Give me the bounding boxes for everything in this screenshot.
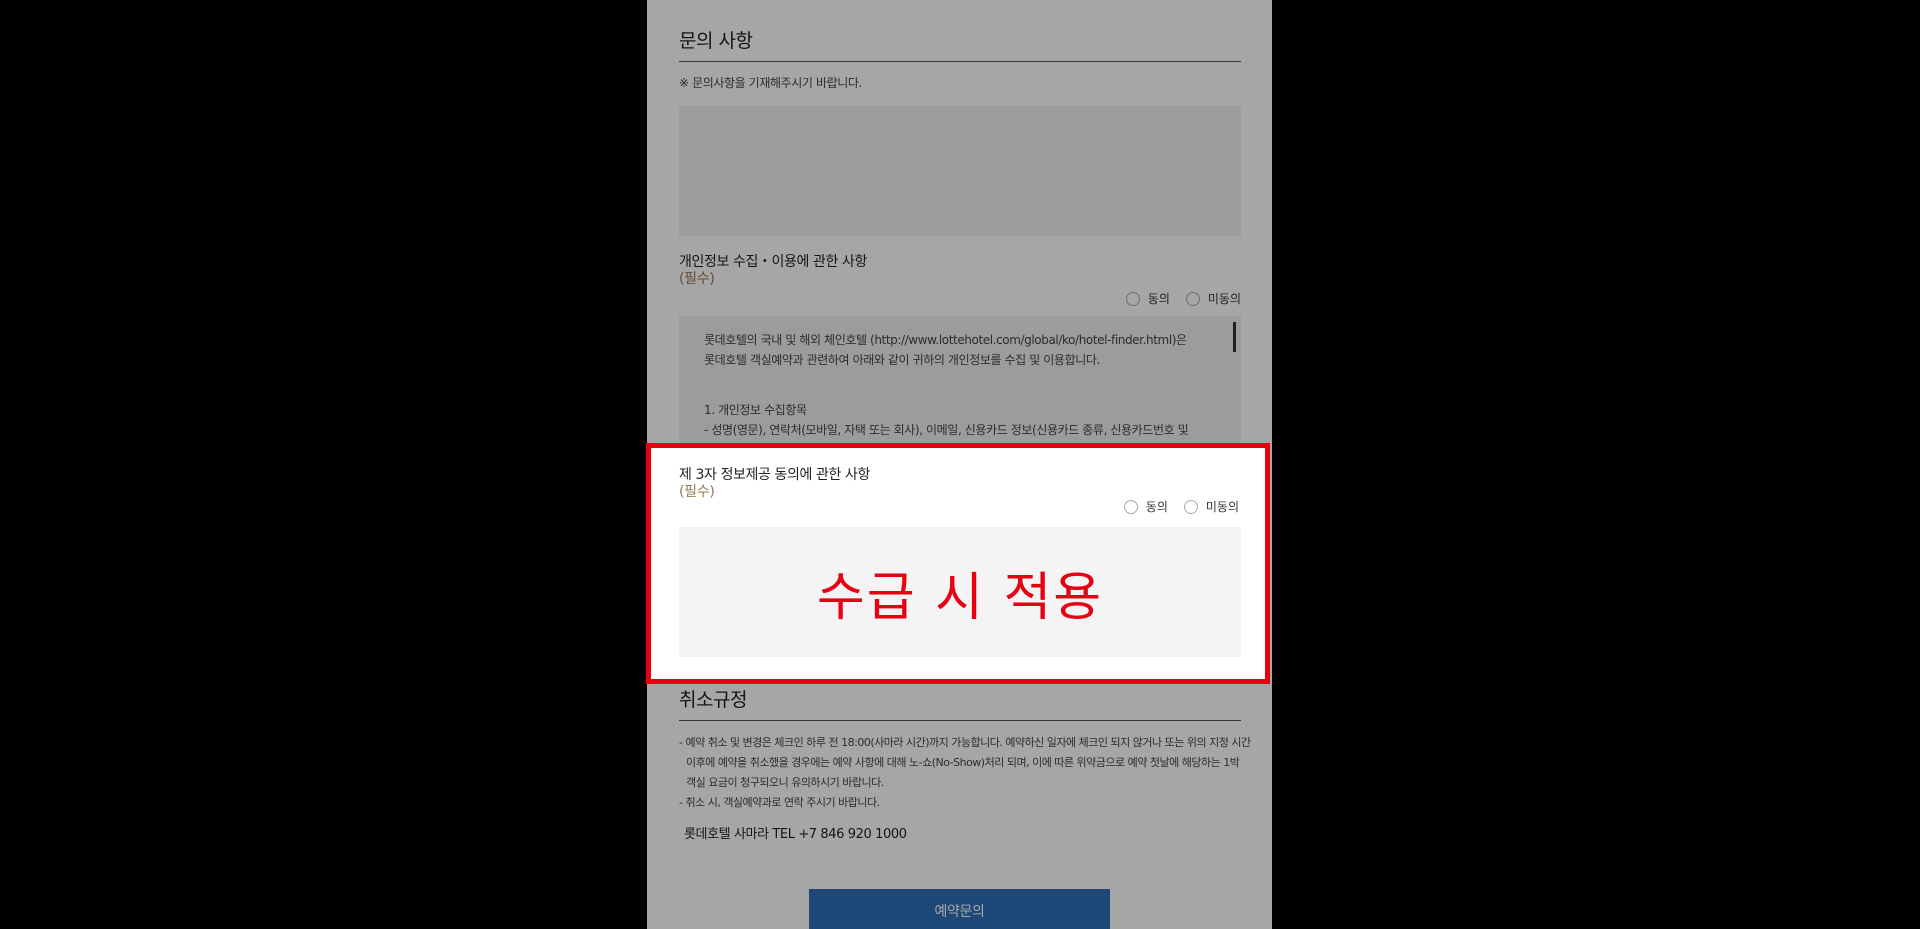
radio-circle-icon[interactable] [1183, 499, 1198, 514]
overlay-text: 수급 시 적용 [816, 567, 1104, 628]
third-party-highlight: 제 3자 정보제공 동의에 관한 사항 (필수) 동의 미동의 수급 시 적용 [646, 443, 1270, 684]
third-party-required: (필수) [679, 484, 715, 500]
radio-circle-icon[interactable] [1123, 499, 1138, 514]
third-party-agree-radio[interactable]: 동의 [1123, 498, 1168, 515]
third-party-content-box: 수급 시 적용 [679, 527, 1241, 657]
third-party-agree-label: 동의 [1145, 500, 1168, 514]
third-party-disagree-label: 미동의 [1205, 500, 1239, 514]
third-party-radio-group: 동의 미동의 [1123, 498, 1239, 515]
third-party-disagree-radio[interactable]: 미동의 [1183, 498, 1239, 515]
